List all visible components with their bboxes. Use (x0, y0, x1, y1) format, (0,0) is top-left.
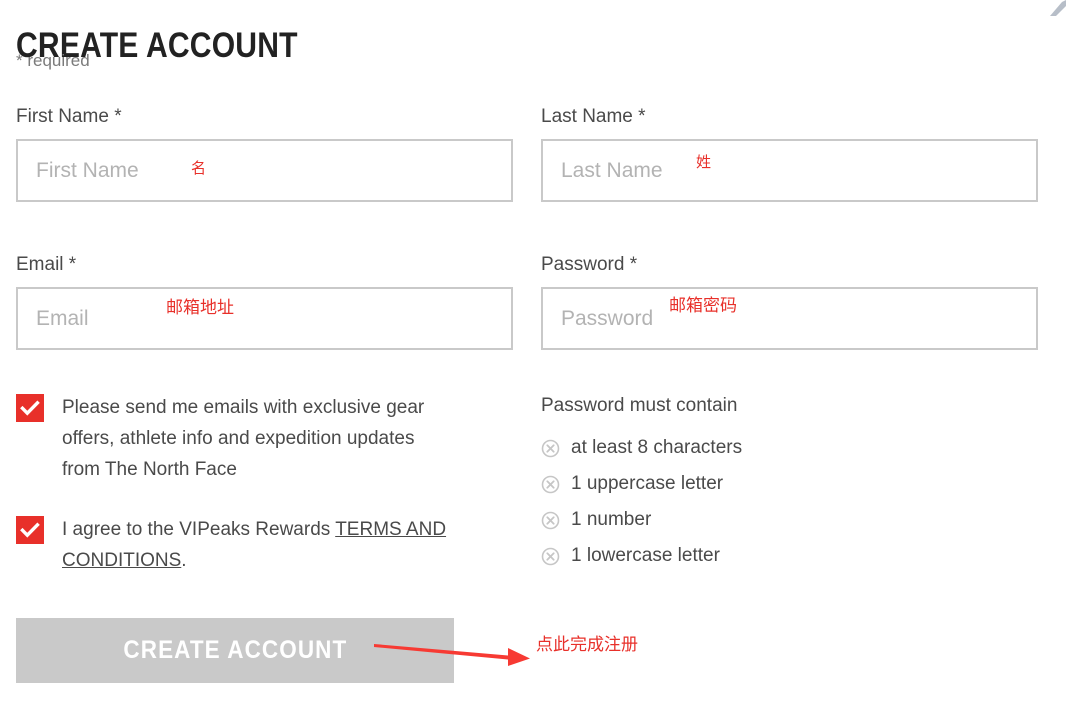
annotation-submit: 点此完成注册 (536, 635, 638, 655)
last-name-input[interactable] (541, 139, 1038, 202)
password-requirement-item: 1 number (541, 502, 742, 538)
first-name-label: First Name * (16, 105, 513, 129)
checkbox-label-marketing-emails: Please send me emails with exclusive gea… (62, 397, 425, 480)
first-name-label-text: First Name (16, 106, 109, 127)
password-label: Password * (541, 253, 1038, 277)
create-account-button-label: CREATE ACCOUNT (123, 636, 347, 664)
password-label-text: Password (541, 254, 625, 275)
password-requirement-item: 1 uppercase letter (541, 466, 742, 502)
circle-x-icon (541, 547, 560, 566)
checkmark-icon-marketing-emails[interactable] (16, 394, 44, 422)
password-requirement-item: at least 8 characters (541, 430, 742, 466)
email-label-text: Email (16, 254, 64, 275)
circle-x-icon (541, 511, 560, 530)
password-required-marker: * (629, 254, 638, 275)
checkmark-icon-terms[interactable] (16, 516, 44, 544)
create-account-button[interactable]: CREATE ACCOUNT (16, 618, 454, 683)
password-requirements: Password must contain at least 8 charact… (541, 394, 742, 574)
circle-x-icon (541, 439, 560, 458)
checkbox-row-marketing-emails[interactable]: Please send me emails with exclusive gea… (16, 392, 486, 485)
first-name-input[interactable] (16, 139, 513, 202)
first-name-required-marker: * (114, 106, 122, 127)
password-requirements-list: at least 8 characters 1 uppercase letter (541, 430, 742, 574)
field-email: Email * (16, 253, 513, 350)
email-label: Email * (16, 253, 513, 277)
password-requirements-title: Password must contain (541, 395, 738, 416)
password-requirement-item: 1 lowercase letter (541, 538, 742, 574)
field-password: Password * (541, 253, 1038, 350)
password-requirement-label: 1 uppercase letter (571, 473, 724, 494)
circle-x-icon (541, 475, 560, 494)
last-name-required-marker: * (638, 106, 646, 127)
field-first-name: First Name * (16, 105, 513, 202)
last-name-label-text: Last Name (541, 106, 633, 127)
terms-text-before: I agree to the VIPeaks Rewards (62, 519, 336, 540)
password-input[interactable] (541, 287, 1038, 350)
last-name-label: Last Name * (541, 105, 1038, 129)
required-note: * required (16, 51, 90, 70)
checkbox-row-terms[interactable]: I agree to the VIPeaks Rewards TERMS AND… (16, 514, 486, 576)
corner-marker-icon (1050, 0, 1066, 16)
create-account-page: CREATE ACCOUNT * required First Name * 名… (0, 0, 1066, 709)
password-requirement-label: 1 number (571, 509, 652, 530)
password-requirement-label: 1 lowercase letter (571, 545, 720, 566)
terms-text-after: . (181, 550, 187, 571)
email-input[interactable] (16, 287, 513, 350)
password-requirement-label: at least 8 characters (571, 437, 743, 458)
field-last-name: Last Name * (541, 105, 1038, 202)
email-required-marker: * (68, 254, 77, 275)
checkbox-label-terms: I agree to the VIPeaks Rewards TERMS AND… (62, 514, 462, 576)
